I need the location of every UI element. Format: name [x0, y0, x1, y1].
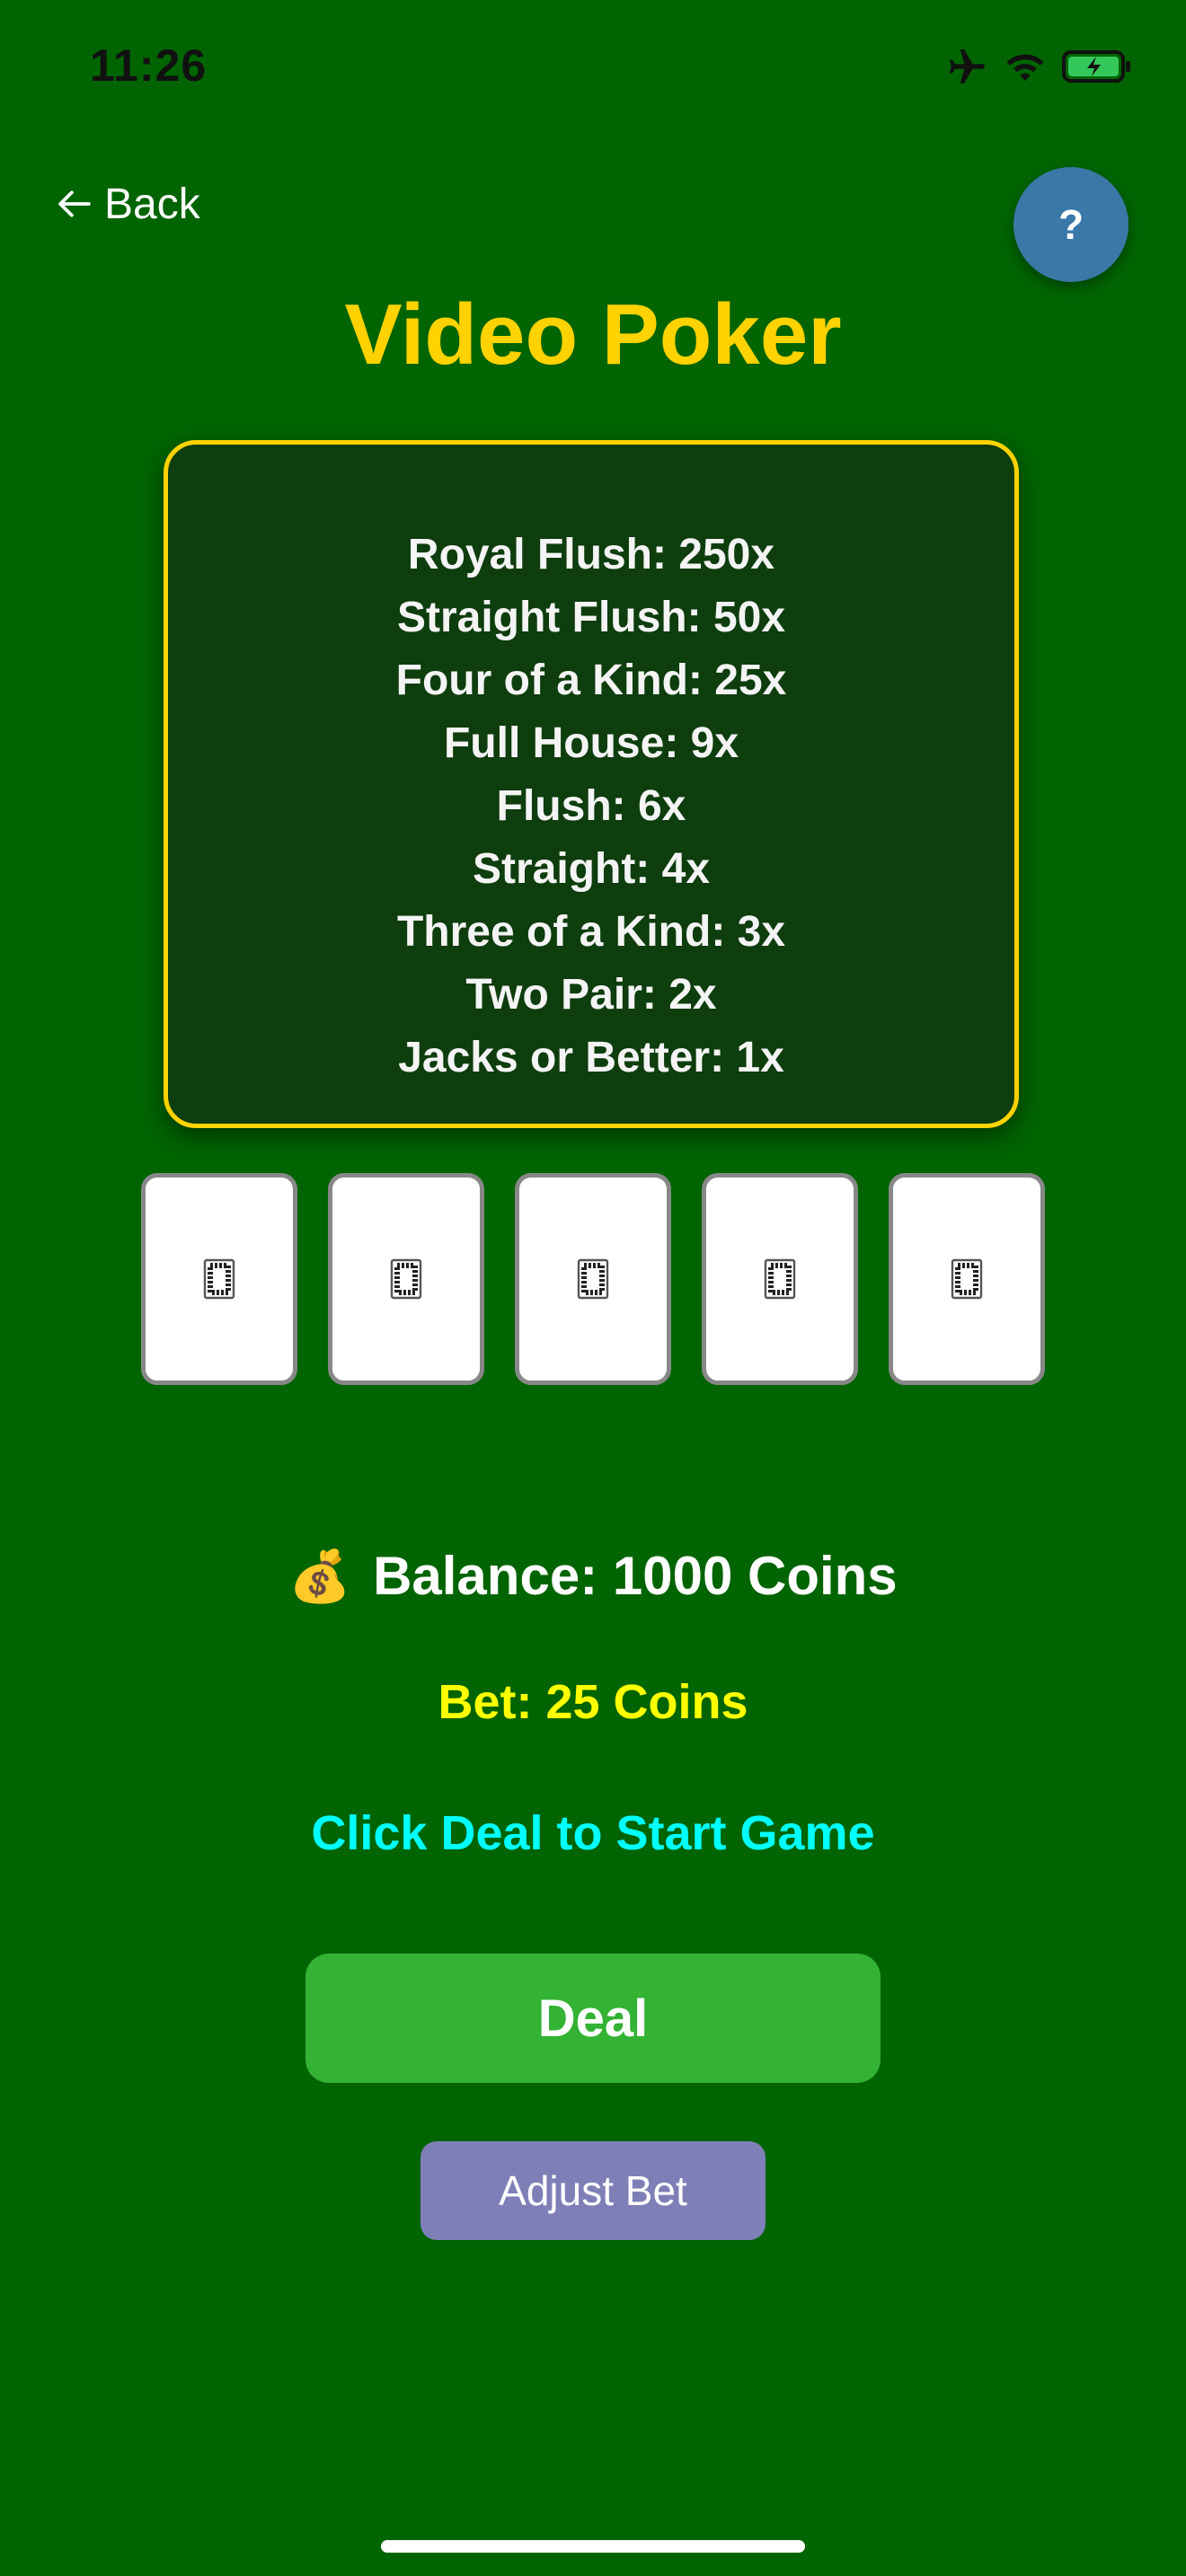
- status-bar: 11:26: [0, 0, 1186, 135]
- card-hand: [141, 1173, 1045, 1385]
- adjust-bet-label: Adjust Bet: [499, 2167, 687, 2214]
- back-label: Back: [104, 181, 200, 228]
- balance-display: 💰 Balance: 1000 Coins: [0, 1545, 1186, 1607]
- paytable: Royal Flush: 250x Straight Flush: 50x Fo…: [164, 440, 1019, 1128]
- card-back-icon: [577, 1258, 609, 1300]
- back-button[interactable]: Back: [58, 180, 200, 229]
- card-back-icon: [951, 1258, 983, 1300]
- status-icons: [945, 47, 1134, 86]
- paytable-row: Three of a Kind: 3x: [396, 908, 786, 956]
- paytable-row: Straight Flush: 50x: [396, 594, 786, 641]
- card-slot-5[interactable]: [889, 1173, 1045, 1385]
- arrow-left-icon: [58, 180, 92, 229]
- balance-text: Balance: 1000 Coins: [373, 1546, 898, 1606]
- home-indicator[interactable]: [381, 2540, 805, 2553]
- card-slot-3[interactable]: [515, 1173, 671, 1385]
- money-bag-icon: 💰: [288, 1547, 352, 1604]
- deal-button[interactable]: Deal: [305, 1954, 881, 2083]
- paytable-row: Flush: 6x: [496, 782, 686, 830]
- airplane-icon: [945, 47, 988, 86]
- deal-label: Deal: [537, 1989, 649, 2048]
- page-title: Video Poker: [344, 287, 842, 383]
- card-slot-1[interactable]: [141, 1173, 297, 1385]
- card-slot-2[interactable]: [328, 1173, 484, 1385]
- status-time: 11:26: [90, 40, 208, 91]
- wifi-icon: [1005, 49, 1046, 84]
- paytable-row: Jacks or Better: 1x: [398, 1034, 784, 1081]
- adjust-bet-button[interactable]: Adjust Bet: [420, 2141, 766, 2240]
- paytable-row: Two Pair: 2x: [465, 971, 717, 1019]
- card-slot-4[interactable]: [702, 1173, 858, 1385]
- card-back-icon: [764, 1258, 796, 1300]
- paytable-row: Full House: 9x: [443, 719, 739, 767]
- card-back-icon: [390, 1258, 422, 1300]
- card-back-icon: [203, 1258, 235, 1300]
- paytable-row: Straight: 4x: [472, 845, 711, 893]
- help-label: ?: [1058, 201, 1084, 248]
- game-message: Click Deal to Start Game: [311, 1806, 875, 1860]
- battery-charging-icon: [1062, 49, 1134, 84]
- help-button[interactable]: ?: [1013, 167, 1128, 282]
- bet-display: Bet: 25 Coins: [438, 1675, 748, 1729]
- paytable-row: Four of a Kind: 25x: [395, 657, 787, 704]
- paytable-row: Royal Flush: 250x: [407, 531, 775, 578]
